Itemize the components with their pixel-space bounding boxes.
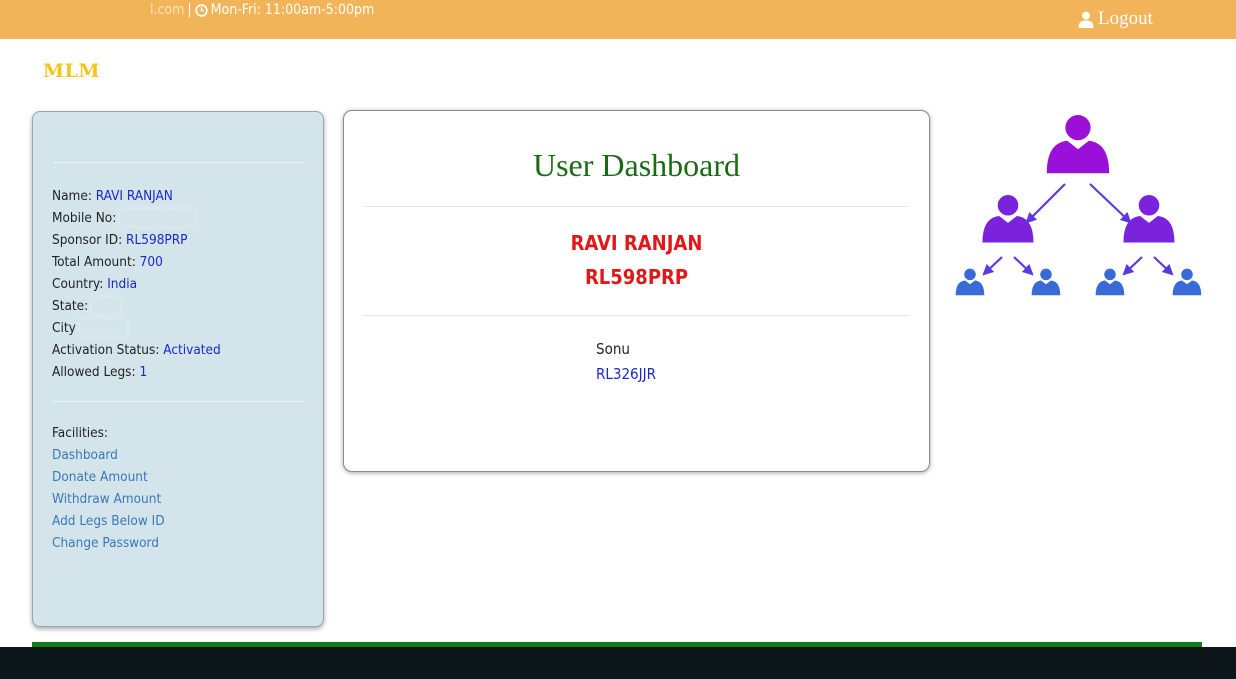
profile-legs-value: 1 [139, 364, 148, 380]
leaf-person-icon [1031, 268, 1061, 296]
profile-city-value-obscured: █████ [79, 320, 127, 336]
panel-divider-bottom [364, 315, 909, 316]
profile-status: Activation Status: Activated [52, 342, 221, 358]
profile-state-value-obscured: ███ [92, 298, 121, 314]
mid-left-person-icon [982, 194, 1034, 243]
contact-info: l.com | Mon-Fri: 11:00am-5:00pm [150, 2, 374, 18]
profile-sidebar: Name: RAVI RANJAN Mobile No: ████████ Sp… [32, 111, 324, 627]
top-person-icon [1046, 115, 1110, 174]
facilities-heading: Facilities: [52, 425, 109, 441]
panel-divider-top [364, 206, 909, 207]
profile-legs: Allowed Legs: 1 [52, 364, 148, 380]
email-fragment: l.com [150, 2, 185, 18]
profile-country: Country: India [52, 276, 138, 292]
profile-sponsor: Sponsor ID: RL598PRP [52, 232, 188, 248]
profile-state: State: ███ [52, 298, 121, 314]
profile-sponsor-value: RL598PRP [126, 232, 188, 248]
profile-status-value: Activated [163, 342, 221, 358]
profile-mobile: Mobile No: ████████ [52, 210, 195, 226]
facility-link-withdraw[interactable]: Withdraw Amount [52, 491, 161, 507]
facilities-menu: Facilities: Dashboard Donate Amount With… [52, 422, 165, 554]
facility-link-change-password[interactable]: Change Password [52, 535, 159, 551]
leg-member-id: RL326JJR [596, 365, 656, 383]
brand-logo[interactable]: MLM [43, 60, 100, 82]
facility-link-add-legs[interactable]: Add Legs Below ID [52, 513, 165, 529]
profile-mobile-value-obscured: ████████ [120, 210, 195, 226]
dashboard-user-id: RL598PRP [584, 265, 689, 289]
contact-separator: | [187, 2, 192, 18]
clock-icon [194, 3, 208, 17]
footer [0, 647, 1236, 679]
leaf-person-icon [955, 268, 985, 296]
logout-button[interactable]: Logout [1078, 8, 1153, 30]
dashboard-panel: User Dashboard RAVI RANJAN RL598PRP Sonu… [343, 110, 930, 472]
facility-link-dashboard[interactable]: Dashboard [52, 447, 118, 463]
profile-country-value: India [107, 276, 138, 292]
profile-city: City █████ [52, 320, 127, 336]
user-icon [1078, 11, 1094, 28]
profile-name: Name: RAVI RANJAN [52, 188, 173, 204]
facility-link-donate[interactable]: Donate Amount [52, 469, 148, 485]
sidebar-divider-bottom [53, 401, 305, 402]
top-bar: l.com | Mon-Fri: 11:00am-5:00pm Logout [0, 0, 1236, 39]
profile-name-value: RAVI RANJAN [95, 188, 173, 204]
dashboard-user-name: RAVI RANJAN [570, 231, 703, 255]
mid-right-person-icon [1123, 194, 1175, 243]
page-title: User Dashboard [532, 147, 741, 183]
profile-info-list: Name: RAVI RANJAN Mobile No: ████████ Sp… [52, 185, 221, 383]
leaf-person-icon [1172, 268, 1202, 296]
leaf-person-icon [1095, 268, 1125, 296]
arrow-icon [1025, 183, 1066, 224]
sidebar-divider-top [53, 162, 305, 163]
profile-amount: Total Amount: 700 [52, 254, 163, 270]
office-hours: Mon-Fri: 11:00am-5:00pm [210, 2, 375, 18]
profile-amount-value: 700 [139, 254, 163, 270]
logout-label: Logout [1098, 8, 1153, 29]
leg-member-name: Sonu [596, 340, 630, 358]
network-tree-illustration [955, 115, 1202, 296]
